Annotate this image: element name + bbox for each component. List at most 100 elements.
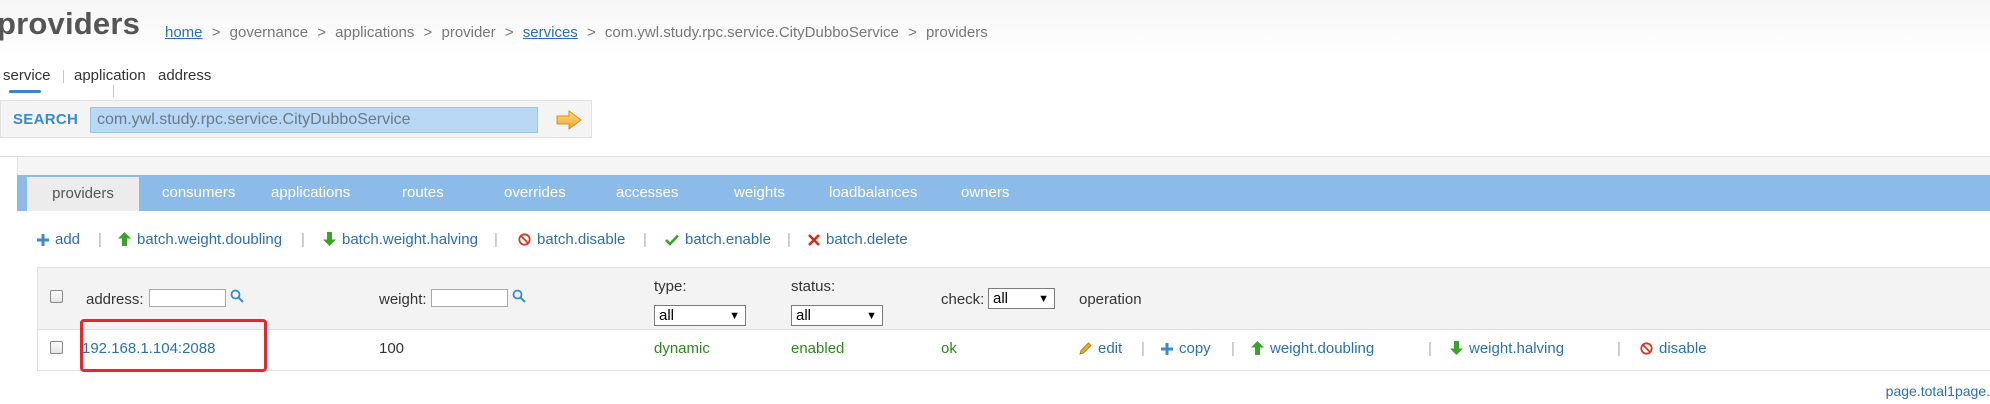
arrow-up-icon: [118, 232, 131, 250]
address-header: address:: [86, 291, 144, 308]
caret-down-icon: ▼: [866, 310, 877, 322]
magnifier-icon[interactable]: [230, 289, 244, 306]
batch-weight-halving-button[interactable]: batch.weight.halving: [323, 231, 478, 250]
table-row: 192.168.1.104:2088 100 dynamic enabled o…: [38, 330, 1990, 370]
type-filter-value: all: [659, 307, 675, 324]
magnifier-icon[interactable]: [512, 289, 526, 306]
x-icon: [808, 233, 820, 250]
batch-weight-halving-label: batch.weight.halving: [342, 231, 478, 248]
breadcrumb-separator: >: [423, 24, 433, 41]
breadcrumb-provider: provider: [441, 24, 496, 41]
copy-button[interactable]: copy: [1161, 340, 1211, 359]
weight-filter-input[interactable]: [431, 289, 508, 307]
plus-icon: [37, 233, 49, 250]
address-filter-input[interactable]: [149, 289, 226, 307]
row-checkbox[interactable]: [50, 341, 63, 354]
ban-icon: [518, 233, 531, 250]
check-filter-value: all: [993, 290, 1009, 307]
check-header: check:: [941, 291, 985, 308]
provider-type: dynamic: [654, 340, 710, 357]
batch-delete-button[interactable]: batch.delete: [808, 231, 908, 250]
tab-bar: providers consumers applications routes …: [17, 175, 1990, 211]
arrow-up-icon: [1251, 341, 1264, 359]
tab-overrides[interactable]: overrides: [504, 175, 566, 211]
separator: |: [98, 231, 102, 248]
status-filter-value: all: [796, 307, 812, 324]
divider: [113, 85, 114, 97]
batch-weight-doubling-button[interactable]: batch.weight.doubling: [118, 231, 282, 250]
provider-check: ok: [941, 340, 957, 357]
subtab-service[interactable]: service: [3, 67, 51, 84]
weight-halving-label: weight.halving: [1469, 340, 1565, 357]
copy-label: copy: [1179, 340, 1211, 357]
ban-icon: [1640, 342, 1653, 359]
page-title: providers: [0, 6, 141, 41]
search-label: SEARCH: [13, 111, 79, 128]
breadcrumb-separator: >: [586, 24, 596, 41]
separator: |: [1141, 340, 1145, 357]
search-panel: SEARCH: [0, 100, 592, 138]
separator: |: [1428, 340, 1432, 357]
breadcrumb-separator: >: [211, 24, 221, 41]
arrow-right-icon[interactable]: [555, 109, 583, 131]
caret-down-icon: ▼: [1038, 293, 1049, 305]
tab-accesses[interactable]: accesses: [616, 175, 679, 211]
search-input[interactable]: [90, 107, 538, 133]
disable-button[interactable]: disable: [1640, 340, 1707, 359]
breadcrumb-current: providers: [926, 24, 988, 41]
tab-routes[interactable]: routes: [402, 175, 444, 211]
separator: |: [1231, 340, 1235, 357]
batch-disable-label: batch.disable: [537, 231, 626, 248]
batch-enable-label: batch.enable: [685, 231, 771, 248]
tab-owners[interactable]: owners: [961, 175, 1009, 211]
providers-table: address: weight: type: all ▼ status: all ▼…: [37, 267, 1990, 371]
add-button[interactable]: add: [37, 231, 80, 250]
separator: |: [301, 231, 305, 248]
operation-header: operation: [1079, 291, 1142, 308]
caret-down-icon: ▼: [729, 310, 740, 322]
edit-label: edit: [1098, 340, 1123, 357]
subtab-application[interactable]: application: [74, 67, 146, 84]
arrow-down-icon: [1450, 341, 1463, 359]
tab-consumers[interactable]: consumers: [162, 175, 235, 211]
tab-providers[interactable]: providers: [27, 175, 139, 211]
table-header: address: weight: type: all ▼ status: all ▼…: [38, 268, 1990, 330]
add-label: add: [55, 231, 81, 248]
breadcrumb-separator: >: [317, 24, 326, 41]
status-filter-select[interactable]: all ▼: [791, 305, 883, 326]
breadcrumb-applications: applications: [335, 24, 415, 41]
edit-button[interactable]: edit: [1079, 340, 1122, 359]
batch-weight-doubling-label: batch.weight.doubling: [137, 231, 283, 248]
breadcrumb-home-link[interactable]: home: [165, 24, 203, 41]
status-header: status:: [791, 278, 836, 295]
subtab-address[interactable]: address: [158, 67, 211, 84]
plus-icon: [1161, 342, 1173, 359]
divider: [63, 70, 64, 83]
breadcrumb-service-name: com.ywl.study.rpc.service.CityDubboServi…: [604, 24, 899, 41]
breadcrumb-separator: >: [504, 24, 514, 41]
breadcrumb-services-link[interactable]: services: [523, 24, 578, 41]
disable-label: disable: [1659, 340, 1707, 357]
batch-enable-button[interactable]: batch.enable: [665, 231, 771, 250]
type-header: type:: [654, 278, 687, 295]
arrow-down-icon: [323, 232, 336, 250]
select-all-checkbox[interactable]: [50, 290, 63, 303]
active-subtab-indicator: [9, 90, 41, 93]
pagination[interactable]: page.total1page.: [1886, 383, 1990, 399]
weight-doubling-button[interactable]: weight.doubling: [1251, 340, 1374, 359]
weight-halving-button[interactable]: weight.halving: [1450, 340, 1564, 359]
highlight-box: [80, 319, 267, 372]
check-filter-select[interactable]: all ▼: [988, 288, 1055, 309]
tab-applications[interactable]: applications: [271, 175, 350, 211]
weight-doubling-label: weight.doubling: [1270, 340, 1375, 357]
tab-loadbalances[interactable]: loadbalances: [829, 175, 917, 211]
separator: |: [494, 231, 498, 248]
separator: |: [1617, 340, 1621, 357]
batch-disable-button[interactable]: batch.disable: [518, 231, 625, 250]
type-filter-select[interactable]: all ▼: [654, 305, 746, 326]
separator: |: [787, 231, 791, 248]
tab-weights[interactable]: weights: [734, 175, 785, 211]
pencil-icon: [1079, 342, 1092, 359]
provider-weight: 100: [379, 340, 405, 357]
separator: |: [643, 231, 647, 248]
